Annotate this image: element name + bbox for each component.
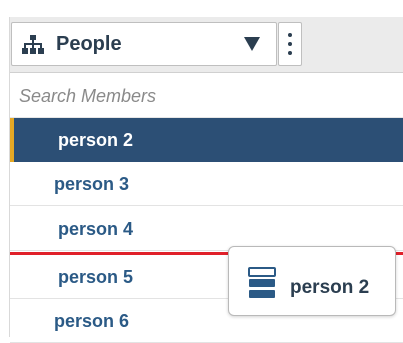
kebab-menu-button[interactable] bbox=[278, 22, 302, 66]
drag-preview[interactable]: person 2 bbox=[228, 246, 396, 316]
member-label: person 2 bbox=[58, 130, 134, 150]
people-dropdown[interactable]: People bbox=[11, 22, 277, 66]
kebab-dot bbox=[288, 42, 292, 46]
member-row-selected[interactable]: person 2 bbox=[10, 118, 403, 162]
member-row[interactable]: person 3 bbox=[10, 162, 403, 206]
panel-header: People bbox=[10, 17, 403, 73]
member-label: person 5 bbox=[58, 267, 134, 287]
member-row[interactable]: person 4 bbox=[10, 207, 403, 251]
dropdown-label: People bbox=[56, 33, 122, 55]
search-members bbox=[10, 74, 403, 118]
caret-down-icon bbox=[244, 37, 260, 51]
kebab-dot bbox=[288, 33, 292, 37]
member-label: person 4 bbox=[58, 219, 134, 239]
member-label: person 3 bbox=[54, 174, 130, 194]
search-input[interactable] bbox=[19, 82, 379, 110]
people-hierarchy-icon bbox=[22, 35, 44, 54]
drag-preview-label: person 2 bbox=[290, 277, 370, 298]
member-label: person 6 bbox=[54, 311, 130, 331]
member-stack-icon bbox=[248, 267, 276, 298]
kebab-dot bbox=[288, 51, 292, 55]
